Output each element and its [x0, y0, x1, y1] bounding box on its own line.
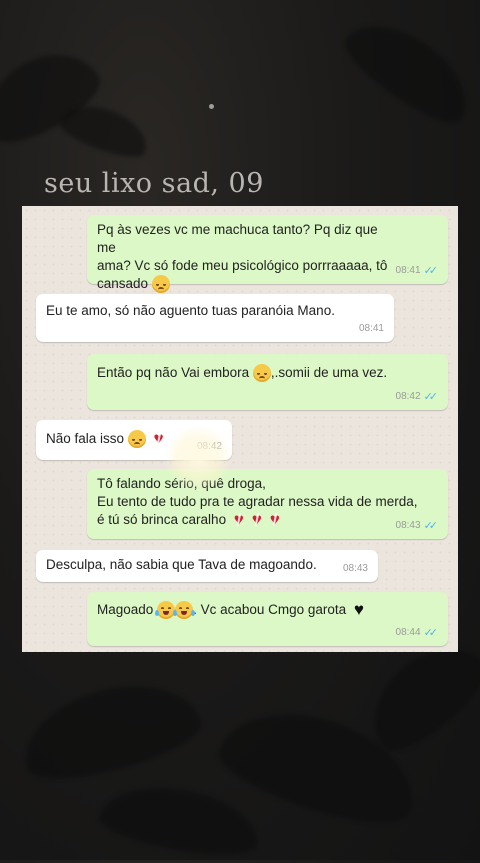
broken-heart-icon: ♥	[266, 511, 284, 528]
message-meta: 08:42 ✓✓	[395, 388, 439, 406]
message-text-line: é tú só brinca caralho	[97, 512, 227, 527]
background-leaf	[335, 5, 480, 135]
background-leaf	[96, 776, 264, 863]
disappointed-face-icon	[252, 364, 271, 383]
message-text: ,.somii de uma vez.	[270, 365, 388, 380]
message-meta: 08:41	[359, 320, 384, 338]
message-text: Magoado	[97, 602, 154, 617]
outgoing-message[interactable]: Pq às vezes vc me machuca tanto? Pq diz …	[87, 215, 448, 294]
message-time: 08:44	[395, 627, 421, 638]
message-meta: 08:44 ✓✓	[395, 624, 439, 642]
incoming-message[interactable]: Eu te amo, só não aguento tuas paranóia …	[36, 294, 394, 342]
message-text: . Vc acabou Cmgo garota	[193, 602, 347, 617]
disappointed-face-icon	[151, 275, 170, 294]
outgoing-message[interactable]: Tô falando sério, quê droga, Eu tento de…	[87, 469, 448, 539]
message-text-line: ama? Vc só fode meu psicológico porrraaa…	[97, 258, 388, 273]
message-time: 08:41	[395, 265, 421, 276]
background-leaf	[12, 668, 208, 792]
message-text-line: cansado	[97, 276, 149, 291]
message-meta: 08:41 ✓✓	[395, 262, 439, 280]
message-text: Desculpa, não sabia que Tava de magoando…	[46, 557, 317, 572]
message-time: 08:42	[395, 391, 421, 402]
message-meta: 08:43 ✓✓	[395, 517, 439, 535]
message-time: 08:43	[395, 520, 421, 531]
message-text: Então pq não Vai embora	[97, 365, 250, 380]
broken-heart-icon: ♥	[230, 511, 248, 528]
message-time: 08:42	[196, 441, 222, 452]
outgoing-message[interactable]: Então pq não Vai embora ,.somii de uma v…	[87, 354, 448, 410]
message-text-line: Eu tento de tudo pra te agradar nessa vi…	[97, 494, 418, 509]
read-ticks-icon: ✓✓	[423, 391, 439, 403]
incoming-message[interactable]: Desculpa, não sabia que Tava de magoando…	[36, 550, 378, 582]
broken-heart-icon: ♥	[248, 511, 266, 528]
read-ticks-icon: ✓✓	[423, 265, 439, 277]
read-ticks-icon: ✓✓	[423, 520, 439, 532]
message-text-line: Eu te amo, só não aguento tuas paranóia …	[46, 303, 335, 318]
message-time: 08:43	[342, 563, 368, 574]
message-meta: 08:42	[197, 438, 222, 456]
tears-of-joy-icon	[173, 601, 196, 620]
story-title: seu lixo sad, 09	[44, 168, 264, 199]
message-meta: 08:43	[343, 560, 368, 578]
black-heart-icon: ♥	[353, 600, 364, 620]
chat-screenshot: Pq às vezes vc me machuca tanto? Pq diz …	[22, 206, 458, 652]
message-time: 08:41	[358, 323, 384, 334]
broken-heart-icon: ♥	[150, 430, 168, 447]
outgoing-message[interactable]: Magoado . Vc acabou Cmgo garota ♥ 08:44 …	[87, 592, 448, 646]
incoming-message[interactable]: Não fala isso ♥ 08:42	[36, 420, 232, 460]
message-text-line: Tô falando sério, quê droga,	[97, 476, 266, 491]
message-text-line: Pq às vezes vc me machuca tanto? Pq diz …	[97, 222, 378, 255]
disappointed-face-icon	[127, 430, 146, 449]
read-ticks-icon: ✓✓	[423, 627, 439, 639]
decorative-dot	[209, 104, 214, 109]
message-text: Não fala isso	[46, 431, 125, 446]
tears-of-joy-icon	[155, 601, 178, 620]
